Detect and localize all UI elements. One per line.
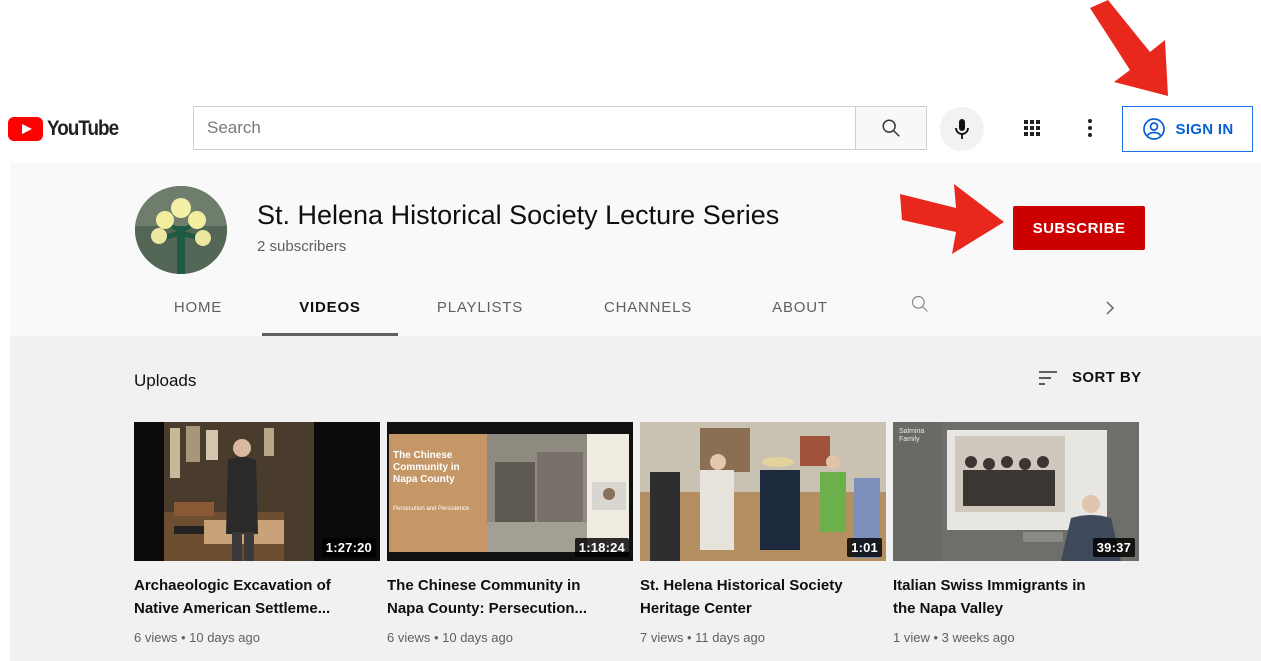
video-duration: 1:18:24 (574, 538, 629, 557)
search-icon (911, 295, 928, 312)
channel-name: St. Helena Historical Society Lecture Se… (257, 200, 780, 230)
video-meta: 7 views • 11 days ago (640, 630, 765, 645)
chevron-right-icon (1106, 301, 1115, 315)
video-duration: 39:37 (1092, 538, 1135, 557)
video-card[interactable]: The Chinese Community in Napa County Per… (387, 422, 633, 645)
sign-in-label: SIGN IN (1175, 120, 1234, 138)
video-thumbnail[interactable]: 1:01 (640, 422, 886, 561)
tab-channels[interactable]: CHANNELS (592, 283, 704, 336)
tab-home[interactable]: HOME (162, 283, 234, 336)
video-title[interactable]: St. Helena Historical Society Heritage C… (640, 574, 880, 620)
video-card[interactable]: 1:27:20 Archaeologic Excavation of Nativ… (134, 422, 380, 645)
video-title-line: Italian Swiss Immigrants in (893, 577, 1086, 594)
search-icon (882, 119, 900, 137)
video-title-line: The Chinese Community in (387, 577, 581, 594)
annotation-arrow-subscribe (900, 184, 1004, 254)
tab-videos[interactable]: VIDEOS (262, 283, 398, 336)
video-meta: 1 view • 3 weeks ago (893, 630, 1015, 645)
more-vert-icon (1088, 119, 1092, 137)
youtube-logo[interactable]: YouTube (8, 117, 126, 141)
slide-subtitle: Persecution and Persistence (393, 506, 470, 512)
video-title-line: St. Helena Historical Society (640, 577, 843, 594)
video-duration: 1:01 (847, 538, 882, 557)
tabs-next-button[interactable] (1095, 283, 1125, 336)
video-card[interactable]: Salmina Family 39:37 Italian Swiss Immig… (893, 422, 1139, 645)
video-title[interactable]: Italian Swiss Immigrants in the Napa Val… (893, 574, 1133, 620)
video-title[interactable]: Archaeologic Excavation of Native Americ… (134, 574, 374, 620)
video-title-line: the Napa Valley (893, 600, 1004, 617)
channel-tabs: HOME VIDEOS PLAYLISTS CHANNELS ABOUT (10, 283, 1261, 336)
sort-by-label: SORT BY (1072, 369, 1142, 386)
sort-icon (1039, 370, 1057, 385)
avatar-image (135, 186, 227, 274)
search-input[interactable]: Search (193, 106, 855, 150)
channel-avatar[interactable] (135, 186, 227, 274)
video-title-line: Napa County: Persecution... (387, 600, 588, 617)
apps-button[interactable] (1016, 112, 1048, 144)
youtube-play-icon (8, 117, 43, 141)
video-card[interactable]: 1:01 St. Helena Historical Society Herit… (640, 422, 886, 645)
videos-section: Uploads SORT BY 1:27:20 Archaeologic Exc… (10, 336, 1261, 661)
subscriber-count: 2 subscribers (257, 238, 347, 255)
tab-playlists[interactable]: PLAYLISTS (426, 283, 534, 336)
annotation-arrow-sign-in (1090, 0, 1168, 96)
video-title-line: Native American Settleme... (134, 600, 331, 617)
voice-search-button[interactable] (940, 107, 984, 151)
settings-menu-button[interactable] (1076, 112, 1104, 144)
microphone-icon (955, 119, 969, 139)
tab-about[interactable]: ABOUT (760, 283, 840, 336)
channel-header: St. Helena Historical Society Lecture Se… (10, 163, 1261, 336)
channel-search-button[interactable] (900, 283, 940, 336)
subscribe-button[interactable]: SUBSCRIBE (1013, 206, 1145, 250)
search-placeholder: Search (207, 118, 261, 137)
apps-grid-icon (1024, 120, 1040, 136)
masthead: YouTube Search SIGN IN (0, 100, 1261, 160)
account-icon (1142, 118, 1165, 140)
slide-label: Salmina Family (899, 428, 925, 443)
section-title: Uploads (134, 371, 197, 390)
logo-text: YouTube (47, 117, 119, 140)
video-duration: 1:27:20 (321, 538, 376, 557)
video-meta: 6 views • 10 days ago (387, 630, 513, 645)
slide-title: The Chinese Community in Napa County (393, 450, 460, 485)
sign-in-button[interactable]: SIGN IN (1122, 106, 1253, 152)
video-thumbnail[interactable]: Salmina Family 39:37 (893, 422, 1139, 561)
video-thumbnail[interactable]: The Chinese Community in Napa County Per… (387, 422, 633, 561)
video-title-line: Heritage Center (640, 600, 752, 617)
sort-by-button[interactable]: SORT BY (1038, 369, 1141, 386)
video-title-line: Archaeologic Excavation of (134, 577, 331, 594)
video-title[interactable]: The Chinese Community in Napa County: Pe… (387, 574, 627, 620)
video-thumbnail[interactable]: 1:27:20 (134, 422, 380, 561)
search-button[interactable] (855, 106, 927, 150)
video-meta: 6 views • 10 days ago (134, 630, 260, 645)
